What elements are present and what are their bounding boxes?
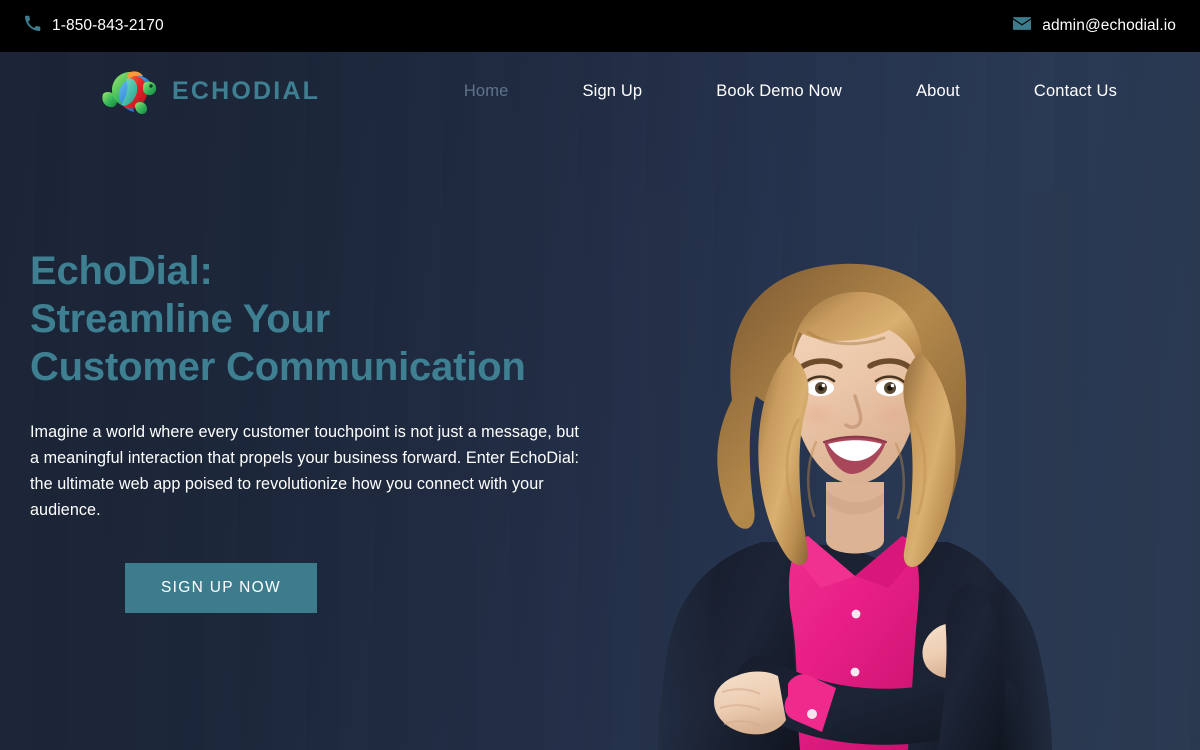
hero-paragraph: Imagine a world where every customer tou…	[30, 423, 580, 519]
brand-name: ECHODIAL	[172, 76, 321, 105]
email-contact[interactable]: admin@echodial.io	[1013, 17, 1176, 35]
brand-logo[interactable]: ECHODIAL	[100, 64, 320, 119]
turtle-logo-icon	[100, 64, 158, 119]
nav-item-contact-us[interactable]: Contact Us	[1034, 76, 1117, 107]
hero-content: EchoDial: Streamline Your Customer Commu…	[30, 247, 610, 613]
top-utility-bar: 1-850-843-2170 admin@echodial.io	[0, 0, 1200, 52]
page-title: EchoDial: Streamline Your Customer Commu…	[30, 247, 610, 391]
nav-item-about[interactable]: About	[916, 76, 960, 107]
nav-item-book-demo-now[interactable]: Book Demo Now	[716, 76, 842, 107]
main-navigation-bar: ECHODIAL Home Sign Up Book Demo Now Abou…	[0, 52, 1200, 130]
email-address: admin@echodial.io	[1042, 17, 1176, 34]
nav-links: Home Sign Up Book Demo Now About Contact…	[427, 76, 1154, 107]
headline-line-2: Streamline Your	[30, 297, 331, 341]
phone-number: 1-850-843-2170	[52, 17, 164, 34]
envelope-icon	[1013, 17, 1032, 35]
nav-item-sign-up[interactable]: Sign Up	[582, 76, 642, 107]
landing-page: 1-850-843-2170 admin@echodial.io ECHODIA…	[0, 0, 1200, 750]
phone-icon	[24, 15, 41, 37]
nav-item-home[interactable]: Home	[464, 76, 509, 107]
hero-photo-businesswoman	[640, 190, 1070, 750]
sign-up-now-button[interactable]: SIGN UP NOW	[125, 563, 317, 613]
phone-contact[interactable]: 1-850-843-2170	[24, 15, 164, 37]
headline-line-3: Customer Communication	[30, 345, 526, 389]
headline-line-1: EchoDial:	[30, 249, 213, 293]
